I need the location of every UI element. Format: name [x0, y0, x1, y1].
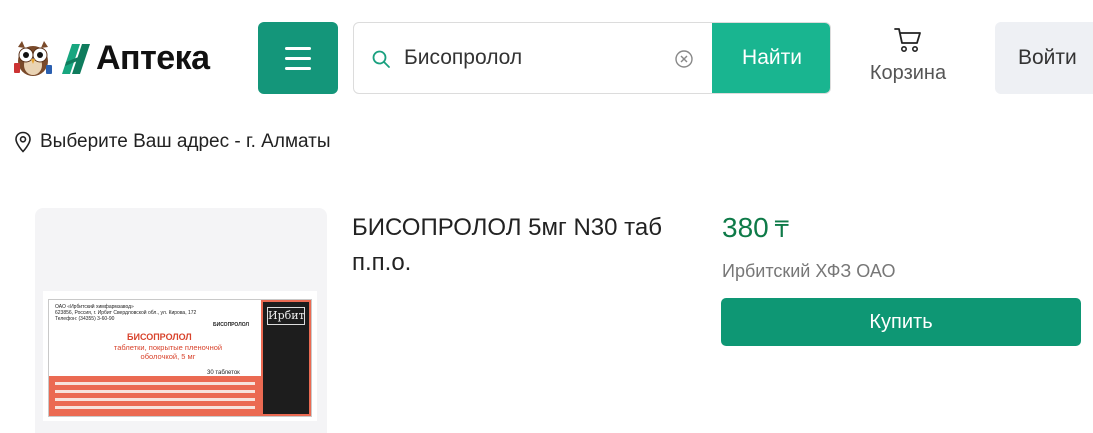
search-button[interactable]: Найти [712, 23, 830, 93]
logo-mark-icon [62, 44, 90, 74]
search-bar: Найти [353, 22, 831, 94]
product-title[interactable]: БИСОПРОЛОЛ 5мг N30 таб п.п.о. [352, 210, 682, 280]
hamburger-icon [285, 46, 311, 50]
product-image-card[interactable]: ОАО «Ирбитский химфармзавод» 623856, Рос… [35, 208, 327, 433]
product-price: 380 ₸ [722, 212, 789, 244]
product-package: ОАО «Ирбитский химфармзавод» 623856, Рос… [48, 299, 312, 417]
address-text: Выберите Ваш адрес - г. Алматы [40, 131, 331, 152]
logo-text: Аптека [96, 39, 210, 77]
product-image: ОАО «Ирбитский химфармзавод» 623856, Рос… [43, 291, 317, 421]
menu-button[interactable] [258, 22, 338, 94]
package-description: таблетки, покрытые пленочной оболочкой, … [113, 343, 223, 361]
address-selector[interactable]: Выберите Ваш адрес - г. Алматы [14, 131, 331, 153]
manufacturer: Ирбитский ХФЗ ОАО [722, 261, 896, 281]
location-pin-icon [15, 131, 31, 153]
cart-button[interactable]: Корзина [860, 24, 956, 94]
price-value: 380 [722, 212, 769, 243]
search-input[interactable] [404, 23, 704, 93]
buy-button[interactable]: Купить [721, 298, 1081, 346]
search-icon [372, 50, 390, 68]
owl-mascot-icon [14, 41, 52, 76]
site-logo[interactable]: Аптека [10, 37, 210, 79]
cart-icon [894, 28, 921, 52]
cart-label: Корзина [869, 62, 947, 84]
currency-symbol: ₸ [774, 217, 789, 242]
login-button[interactable]: Войти [995, 22, 1093, 94]
package-count: 30 таблеток [207, 370, 240, 376]
package-drug-name: БИСОПРОЛОЛ [127, 332, 192, 342]
clear-search-icon[interactable] [674, 49, 694, 69]
package-brand-logo: Ирбит [263, 302, 309, 414]
